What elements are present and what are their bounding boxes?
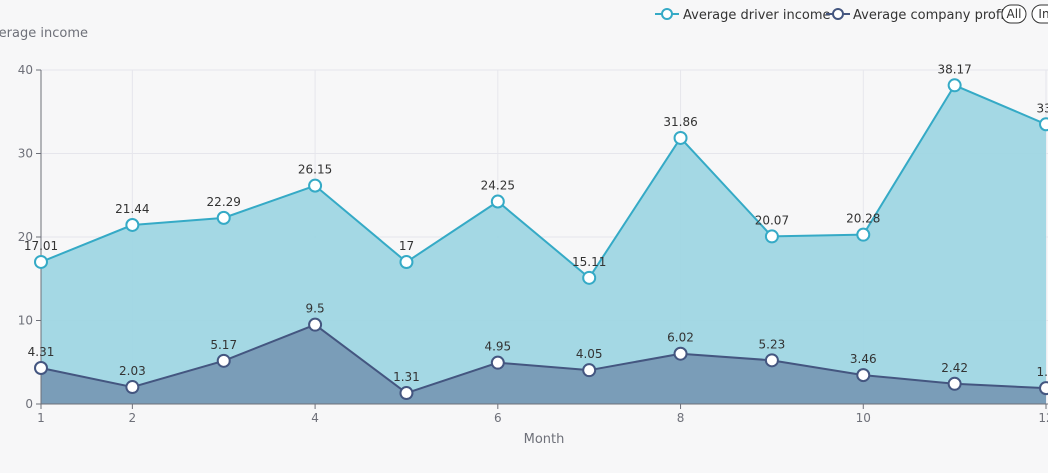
data-label: 17 — [399, 239, 414, 253]
data-label: 21.44 — [115, 202, 149, 216]
y-axis-title: Average income — [0, 26, 88, 41]
data-point[interactable] — [1039, 117, 1048, 132]
data-label: 31.86 — [663, 115, 697, 129]
data-label: 24.25 — [481, 179, 515, 193]
data-point[interactable] — [490, 355, 505, 370]
data-point[interactable] — [125, 380, 140, 395]
data-point[interactable] — [399, 386, 414, 401]
data-label: 38.17 — [937, 62, 971, 76]
y-tick-label: 10 — [18, 314, 33, 328]
data-label: 5.17 — [210, 338, 237, 352]
data-label: 4.95 — [484, 340, 511, 354]
legend-circle-icon[interactable] — [832, 8, 844, 20]
data-label: 20.07 — [755, 213, 789, 227]
data-point[interactable] — [856, 368, 871, 383]
data-label: 3.46 — [850, 352, 877, 366]
data-label: 22.29 — [207, 195, 241, 209]
data-label: 5.23 — [759, 337, 786, 351]
data-label: 9.5 — [306, 302, 325, 316]
data-label: 15.11 — [572, 255, 606, 269]
series-area-0 — [41, 85, 1046, 404]
data-point[interactable] — [216, 353, 231, 368]
data-point[interactable] — [947, 376, 962, 391]
data-label: 1.9 — [1036, 365, 1048, 379]
data-point[interactable] — [947, 78, 962, 93]
x-tick-label: 2 — [129, 411, 137, 425]
data-point[interactable] — [125, 217, 140, 232]
data-label: 4.31 — [28, 345, 55, 359]
data-point[interactable] — [308, 317, 323, 332]
data-point[interactable] — [582, 363, 597, 378]
x-tick-label: 1 — [37, 411, 45, 425]
y-tick-label: 40 — [18, 63, 33, 77]
data-label: 33. — [1036, 101, 1048, 115]
data-point[interactable] — [399, 255, 414, 270]
x-axis-title: Month — [524, 432, 565, 447]
x-tick-label: 6 — [494, 411, 502, 425]
area-chart: 010203040124681012MonthAverage income17.… — [0, 4, 1048, 447]
data-label: 2.42 — [941, 361, 968, 375]
data-label: 20.28 — [846, 212, 880, 226]
data-point[interactable] — [673, 346, 688, 361]
data-point[interactable] — [764, 353, 779, 368]
data-point[interactable] — [34, 361, 48, 376]
x-tick-label: 8 — [677, 411, 685, 425]
x-tick-label: 4 — [311, 411, 319, 425]
y-tick-label: 30 — [18, 147, 33, 161]
data-label: 4.05 — [576, 347, 603, 361]
data-label: 6.02 — [667, 331, 694, 345]
data-point[interactable] — [582, 270, 597, 285]
data-label: 2.03 — [119, 364, 146, 378]
x-tick-label: 10 — [856, 411, 871, 425]
x-tick-label: 12 — [1038, 411, 1048, 425]
legend-select-button-label[interactable]: All — [1007, 7, 1022, 21]
data-point[interactable] — [764, 229, 779, 244]
legend-select-button-label[interactable]: In — [1038, 7, 1048, 21]
data-point[interactable] — [673, 130, 688, 145]
data-point[interactable] — [490, 194, 505, 209]
y-tick-label: 0 — [25, 397, 33, 411]
data-label: 1.31 — [393, 370, 420, 384]
data-point[interactable] — [308, 178, 323, 193]
legend-item-label[interactable]: Average driver income — [683, 8, 831, 23]
data-point[interactable] — [856, 227, 871, 242]
data-point[interactable] — [34, 254, 48, 269]
chart-container: 010203040124681012MonthAverage income17.… — [0, 0, 1048, 473]
data-point[interactable] — [216, 210, 231, 225]
data-label: 26.15 — [298, 163, 332, 177]
data-point[interactable] — [1039, 381, 1048, 396]
data-label: 17.01 — [24, 239, 58, 253]
legend-item-label[interactable]: Average company profit — [853, 8, 1009, 23]
legend-circle-icon[interactable] — [661, 8, 673, 20]
